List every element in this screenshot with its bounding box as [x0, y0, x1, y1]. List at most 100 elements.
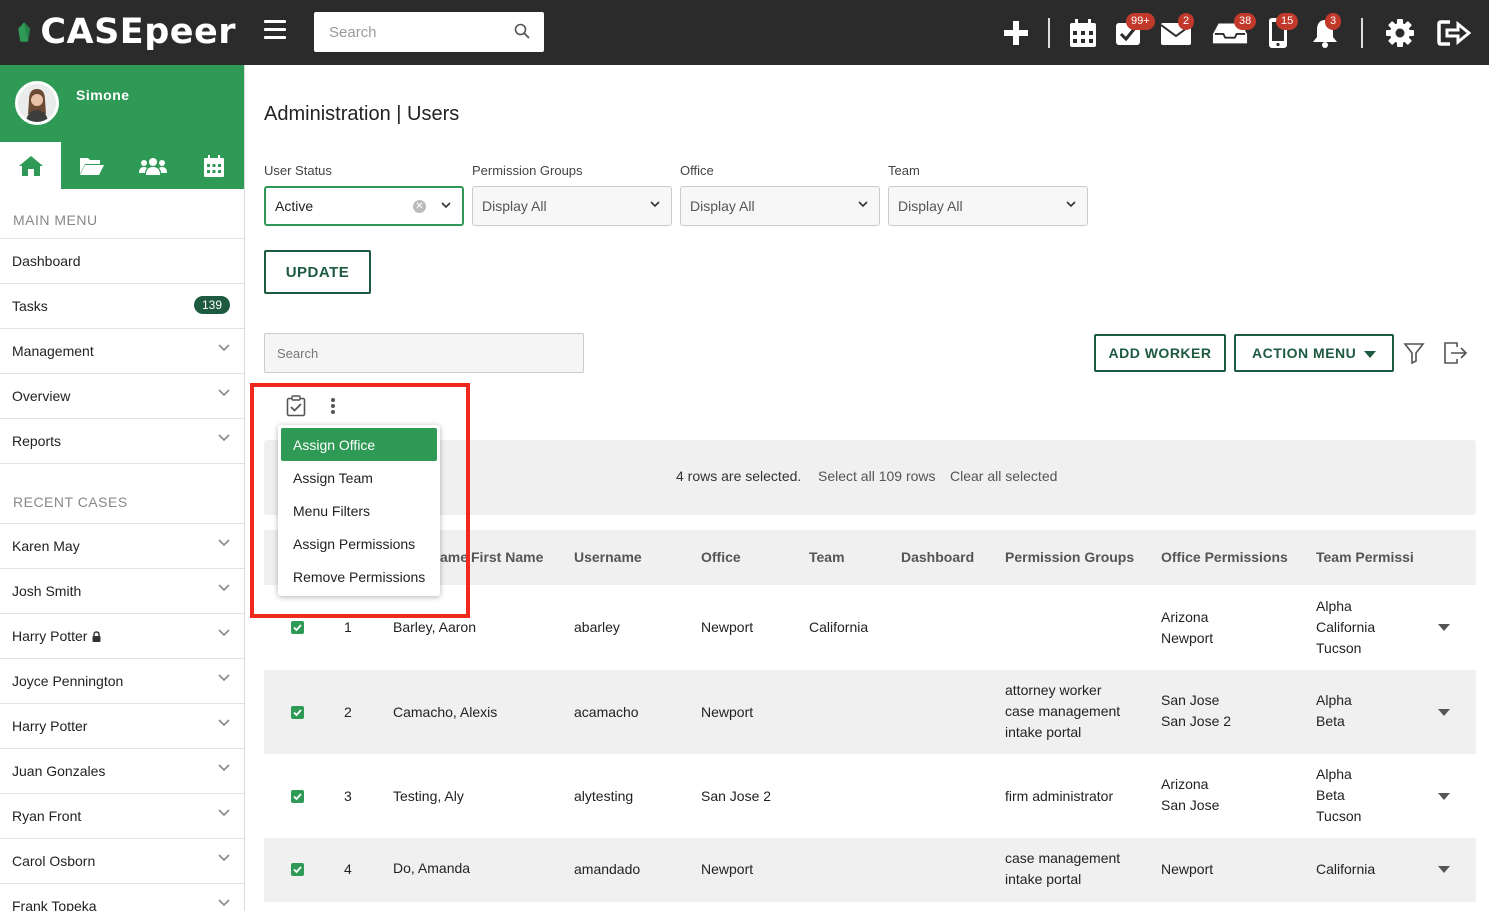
recent-case-item[interactable]: Frank Topeka — [0, 884, 244, 911]
update-button[interactable]: UPDATE — [264, 250, 371, 294]
row-expand-caret-icon[interactable] — [1438, 866, 1450, 873]
chevron-down-icon[interactable] — [218, 584, 230, 592]
row-expand-caret-icon[interactable] — [1438, 793, 1450, 800]
row-checkbox[interactable] — [291, 621, 304, 634]
row-team-permissions: Alpha Beta — [1316, 690, 1352, 732]
chevron-down-icon[interactable] — [218, 899, 230, 907]
column-header[interactable]: Permission Groups — [1005, 549, 1134, 565]
clear-all-selected-link[interactable]: Clear all selected — [950, 468, 1057, 484]
row-expand-caret-icon[interactable] — [1438, 624, 1450, 631]
column-header[interactable]: First Name — [471, 549, 543, 565]
office-select[interactable]: Display All — [680, 186, 880, 226]
sidebar-item-label: Tasks — [12, 298, 48, 314]
row-checkbox[interactable] — [291, 863, 304, 876]
column-header[interactable]: Office — [701, 549, 741, 565]
row-name[interactable]: Do, Amanda — [393, 858, 470, 879]
table-row[interactable]: 4 Do, Amanda amandado Newport case manag… — [264, 838, 1476, 902]
recent-case-item[interactable]: Karen May — [0, 524, 244, 569]
casepeer-logo[interactable]: CASEpeer — [16, 9, 236, 55]
recent-case-item[interactable]: Juan Gonzales — [0, 749, 244, 794]
action-menu-label: ACTION MENU — [1252, 345, 1357, 361]
page-title: Administration | Users — [264, 103, 460, 125]
tasks-check-icon[interactable]: 99+ — [1110, 13, 1155, 51]
permission-groups-value: Display All — [482, 198, 547, 214]
global-search[interactable] — [314, 12, 544, 52]
action-menu-button[interactable]: ACTION MENU — [1234, 334, 1394, 372]
team-permission: Beta — [1316, 713, 1345, 729]
row-username: alytesting — [574, 788, 634, 804]
permission-groups-select[interactable]: Display All — [472, 186, 672, 226]
table-search[interactable] — [264, 333, 584, 373]
recent-case-item[interactable]: Joyce Pennington — [0, 659, 244, 704]
row-office-permissions: Arizona San Jose — [1161, 774, 1219, 816]
select-all-rows-link[interactable]: Select all 109 rows — [818, 468, 936, 484]
tab-contacts[interactable] — [122, 142, 183, 189]
tab-home[interactable] — [0, 142, 61, 189]
chevron-down-icon[interactable] — [218, 809, 230, 817]
user-profile[interactable]: Simone — [0, 65, 244, 142]
notifications-bell-icon[interactable]: 3 — [1307, 13, 1343, 51]
chevron-down-icon[interactable] — [218, 719, 230, 727]
clear-selection-icon[interactable]: ✕ — [413, 200, 426, 213]
calendar-icon[interactable] — [1065, 15, 1101, 51]
hamburger-menu-icon[interactable] — [264, 20, 286, 44]
column-header[interactable]: Team — [809, 549, 845, 565]
chevron-down-icon[interactable] — [218, 629, 230, 637]
office-permission: Arizona — [1161, 609, 1209, 625]
row-checkbox[interactable] — [291, 790, 304, 803]
office-permission: Newport — [1161, 861, 1214, 877]
tab-cases[interactable] — [61, 142, 122, 189]
recent-cases-title: RECENT CASES — [0, 464, 244, 524]
add-worker-button[interactable]: ADD WORKER — [1094, 334, 1226, 372]
row-office: Newport — [701, 704, 754, 720]
row-name[interactable]: Camacho, Alexis — [393, 702, 497, 723]
recent-case-label: Juan Gonzales — [12, 763, 106, 779]
sidebar-item-management[interactable]: Management — [0, 329, 244, 374]
table-row[interactable]: 2 Camacho, Alexis acamacho Newport attor… — [264, 670, 1476, 754]
search-icon[interactable] — [514, 23, 530, 39]
table-search-input[interactable] — [265, 334, 583, 372]
row-username: abarley — [574, 619, 620, 635]
sidebar-item-dashboard[interactable]: Dashboard — [0, 239, 244, 284]
sidebar-item-reports[interactable]: Reports — [0, 419, 244, 464]
messages-envelope-icon[interactable]: 2 — [1158, 13, 1195, 51]
row-office: Newport — [701, 619, 754, 635]
row-name[interactable]: Testing, Aly — [393, 786, 464, 807]
add-new-icon[interactable] — [998, 15, 1034, 51]
row-permission-groups: case management intake portal — [1005, 848, 1120, 890]
chevron-down-icon[interactable] — [218, 764, 230, 772]
filter-funnel-icon[interactable] — [1403, 342, 1425, 364]
recent-case-item[interactable]: Harry Potter — [0, 614, 244, 659]
global-search-input[interactable] — [314, 12, 504, 52]
chevron-down-icon[interactable] — [218, 854, 230, 862]
column-header[interactable]: Office Permissions — [1161, 549, 1288, 565]
recent-case-item[interactable]: Josh Smith — [0, 569, 244, 614]
sidebar-item-tasks[interactable]: Tasks 139 — [0, 284, 244, 329]
table-row[interactable]: 3 Testing, Aly alytesting San Jose 2 fir… — [264, 754, 1476, 838]
chevron-down-icon[interactable] — [218, 539, 230, 547]
avatar[interactable] — [15, 81, 59, 125]
settings-gear-icon[interactable] — [1382, 15, 1418, 51]
row-expand-caret-icon[interactable] — [1438, 709, 1450, 716]
column-header[interactable]: Team Permissi — [1316, 549, 1413, 565]
logout-icon[interactable] — [1436, 15, 1472, 51]
chevron-down-icon[interactable] — [218, 674, 230, 682]
row-name[interactable]: Barley, Aaron — [393, 617, 476, 638]
row-checkbox[interactable] — [291, 706, 304, 719]
column-header[interactable]: Username — [574, 549, 642, 565]
recent-case-item[interactable]: Carol Osborn — [0, 839, 244, 884]
sidebar-item-overview[interactable]: Overview — [0, 374, 244, 419]
recent-case-item[interactable]: Harry Potter — [0, 704, 244, 749]
inbox-tray-icon[interactable]: 38 — [1212, 13, 1257, 51]
tab-calendar[interactable] — [183, 142, 244, 189]
recent-case-label: Harry Potter — [12, 718, 88, 734]
calendar-icon — [203, 154, 224, 177]
mobile-phone-icon[interactable]: 15 — [1260, 13, 1299, 51]
export-icon[interactable] — [1442, 341, 1468, 365]
mobile-badge: 15 — [1276, 13, 1299, 30]
chevron-down-icon — [441, 202, 451, 209]
column-header[interactable]: Dashboard — [901, 549, 974, 565]
recent-case-item[interactable]: Ryan Front — [0, 794, 244, 839]
user-status-select[interactable]: Active ✕ — [264, 186, 464, 226]
team-select[interactable]: Display All — [888, 186, 1088, 226]
